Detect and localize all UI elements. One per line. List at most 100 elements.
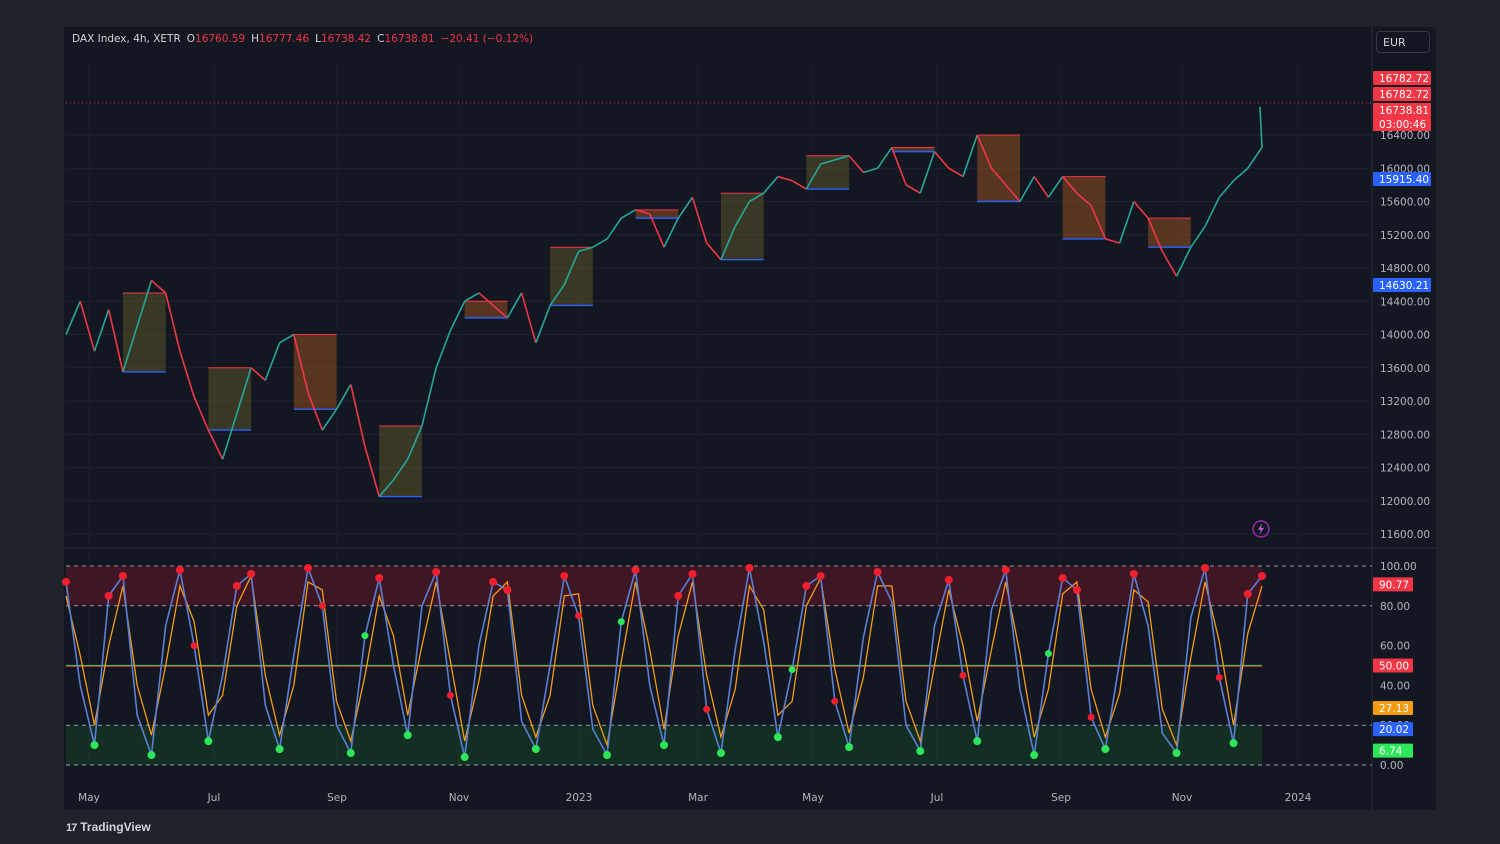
time-axis-tick: Mar bbox=[688, 792, 708, 804]
supply-zone bbox=[464, 301, 508, 318]
oversold-signal-dot bbox=[1101, 745, 1110, 754]
overbought-signal-dot bbox=[1258, 571, 1266, 580]
cross-signal-dot bbox=[190, 642, 198, 650]
resistance-price-tag: 15915.40 bbox=[1379, 174, 1429, 186]
price-axis-tick: 13600.00 bbox=[1380, 363, 1430, 375]
cross-signal-dot bbox=[703, 705, 711, 713]
price-segment bbox=[876, 147, 893, 169]
price-zones bbox=[122, 134, 1191, 498]
oversold-signal-dot bbox=[973, 737, 982, 746]
legend-high-value: 16777.46 bbox=[259, 33, 310, 45]
oscillator-value-tag: 6.74 bbox=[1379, 746, 1403, 758]
oversold-signal-dot bbox=[773, 733, 782, 742]
overbought-signal-dot bbox=[1201, 563, 1210, 572]
legend-close-value: 16738.81 bbox=[384, 33, 435, 45]
price-segment bbox=[321, 408, 338, 431]
legend-low-value: 16738.42 bbox=[321, 33, 372, 45]
lightning-icon-bolt bbox=[1258, 523, 1264, 535]
price-segment bbox=[905, 184, 921, 194]
price-segment bbox=[777, 175, 793, 182]
price-segment bbox=[279, 333, 295, 344]
legend-open-label: O bbox=[186, 33, 196, 45]
price-segment bbox=[1033, 176, 1050, 198]
oversold-signal-dot bbox=[1030, 751, 1039, 760]
price-axis-tick: 12800.00 bbox=[1380, 429, 1430, 441]
overbought-signal-dot bbox=[944, 575, 953, 584]
time-axis-tick: Nov bbox=[1172, 792, 1193, 804]
overbought-signal-dot bbox=[873, 567, 882, 576]
price-segment bbox=[250, 367, 266, 381]
oversold-signal-dot bbox=[346, 749, 355, 758]
time-axis-tick: Sep bbox=[327, 792, 347, 804]
last-price-tag: 16738.81 bbox=[1379, 105, 1429, 117]
price-segment bbox=[1118, 201, 1135, 244]
price-axis-tick: 13200.00 bbox=[1380, 396, 1430, 408]
price-segment bbox=[691, 197, 708, 244]
price-segment bbox=[863, 167, 878, 174]
time-axis-tick: Sep bbox=[1051, 792, 1071, 804]
oscillator-axis-tick: 80.00 bbox=[1380, 601, 1410, 613]
oversold-signal-dot bbox=[90, 741, 99, 750]
legend-change: −20.41 (−0.12%) bbox=[440, 33, 534, 45]
oversold-signal-dot bbox=[916, 747, 925, 756]
high-price-tag: 16782.72 bbox=[1379, 73, 1429, 85]
time-axis-tick: 2023 bbox=[566, 792, 593, 804]
overbought-signal-dot bbox=[802, 581, 811, 590]
price-segment bbox=[948, 167, 964, 178]
chart-legend: DAX Index, 4h, XETR O16760.59 H16777.46 L16… bbox=[72, 33, 533, 45]
overbought-signal-dot bbox=[104, 591, 113, 600]
price-segment bbox=[193, 396, 210, 431]
price-axis-tick: 15200.00 bbox=[1380, 230, 1430, 242]
tradingview-logo-icon: 17 bbox=[66, 822, 77, 834]
price-segment bbox=[65, 300, 81, 335]
demand-zone bbox=[720, 193, 764, 260]
supply-zone bbox=[1062, 176, 1106, 239]
currency-button[interactable]: EUR bbox=[1376, 31, 1430, 53]
tradingview-logo[interactable]: 17 TradingView bbox=[66, 820, 151, 834]
price-segment bbox=[649, 213, 665, 248]
time-axis-tick: Jul bbox=[930, 792, 944, 804]
cross-signal-dot bbox=[575, 612, 583, 620]
price-axis-tick: 14000.00 bbox=[1380, 330, 1430, 342]
supply-zone bbox=[293, 334, 337, 410]
price-axis-tick: 14400.00 bbox=[1380, 296, 1430, 308]
price-segment bbox=[1133, 200, 1149, 219]
price-segment bbox=[891, 147, 907, 186]
oscillator-value-tag: 20.02 bbox=[1379, 724, 1409, 736]
demand-zone bbox=[806, 155, 850, 190]
oversold-signal-dot bbox=[460, 753, 469, 762]
oscillator-axis-tick: 100.00 bbox=[1380, 561, 1417, 573]
oversold-signal-dot bbox=[603, 751, 612, 760]
overbought-signal-dot bbox=[62, 577, 70, 586]
price-segment bbox=[962, 134, 978, 177]
overbought-signal-dot bbox=[1058, 573, 1067, 582]
cross-signal-dot bbox=[788, 665, 796, 673]
price-segment bbox=[620, 209, 636, 219]
overbought-signal-dot bbox=[631, 565, 640, 574]
time-axis-tick: May bbox=[78, 792, 100, 804]
overbought-signal-dot bbox=[688, 569, 697, 578]
supply-zone bbox=[977, 135, 1020, 202]
cross-signal-dot bbox=[959, 671, 967, 679]
price-segment bbox=[706, 242, 722, 261]
price-segment bbox=[1105, 238, 1120, 244]
price-segment bbox=[449, 300, 466, 331]
cross-signal-dot bbox=[318, 602, 326, 610]
legend-open-value: 16760.59 bbox=[195, 33, 246, 45]
chart-canvas[interactable]: 16400.0016000.0015600.0015200.0014800.00… bbox=[0, 0, 1500, 844]
price-segment bbox=[592, 238, 608, 248]
tradingview-logo-text: TradingView bbox=[80, 820, 151, 834]
lightning-icon[interactable] bbox=[1252, 520, 1270, 538]
overbought-zone bbox=[66, 566, 1262, 606]
price-segment bbox=[606, 217, 622, 240]
price-segment bbox=[93, 309, 110, 352]
price-segment bbox=[763, 176, 779, 194]
overbought-signal-dot bbox=[432, 567, 441, 576]
price-segment bbox=[1247, 147, 1263, 169]
cross-signal-dot bbox=[1215, 673, 1223, 681]
legend-symbol[interactable]: DAX Index, 4h, XETR bbox=[72, 33, 181, 45]
oversold-signal-dot bbox=[1172, 749, 1181, 758]
time-axis-tick: Jul bbox=[207, 792, 221, 804]
price-axis-tick: 12400.00 bbox=[1380, 463, 1430, 475]
price-segment bbox=[79, 301, 96, 352]
